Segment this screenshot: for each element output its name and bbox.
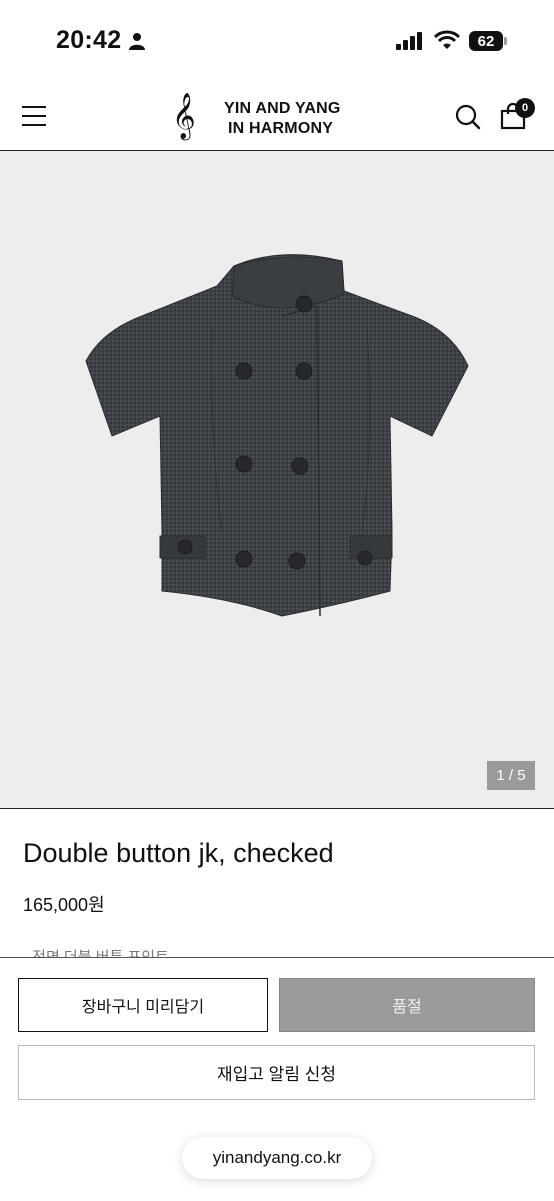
sold-out-button[interactable]: 품절 [279, 978, 535, 1032]
product-title: Double button jk, checked [23, 838, 334, 868]
add-to-cart-button[interactable]: 장바구니 미리담기 [18, 978, 268, 1032]
restock-alert-button[interactable]: 재입고 알림 신청 [18, 1045, 535, 1100]
wifi-icon [434, 30, 460, 49]
search-icon[interactable] [455, 104, 481, 130]
image-counter: 1 / 5 [487, 761, 535, 790]
brand-line-1: YIN AND YANG [224, 100, 341, 117]
cellular-signal-icon [396, 32, 422, 50]
battery-indicator: 62 [469, 31, 503, 51]
product-photo [85, 254, 469, 617]
status-bar: 20:42 62 [0, 0, 554, 80]
browser-url-bar[interactable]: yinandyang.co.kr [182, 1137, 372, 1179]
hamburger-menu-icon[interactable] [22, 106, 46, 126]
cart-count-badge: 0 [515, 98, 535, 118]
purchase-action-bar: 장바구니 미리담기 품절 재입고 알림 신청 yinandyang.co.kr [0, 957, 554, 1201]
treble-clef-icon: 𝄞 [172, 93, 196, 139]
product-image-gallery[interactable]: 1 / 5 [0, 151, 554, 809]
brand-logo[interactable]: 𝄞 YIN AND YANG IN HARMONY [172, 94, 372, 138]
site-header: 𝄞 YIN AND YANG IN HARMONY 0 [0, 80, 554, 151]
product-price: 165,000원 [23, 895, 105, 915]
brand-line-2: IN HARMONY [228, 120, 334, 137]
person-icon [129, 33, 145, 50]
status-time: 20:42 [56, 26, 122, 54]
brand-name: YIN AND YANG IN HARMONY [224, 99, 341, 139]
battery-tip [504, 37, 507, 45]
